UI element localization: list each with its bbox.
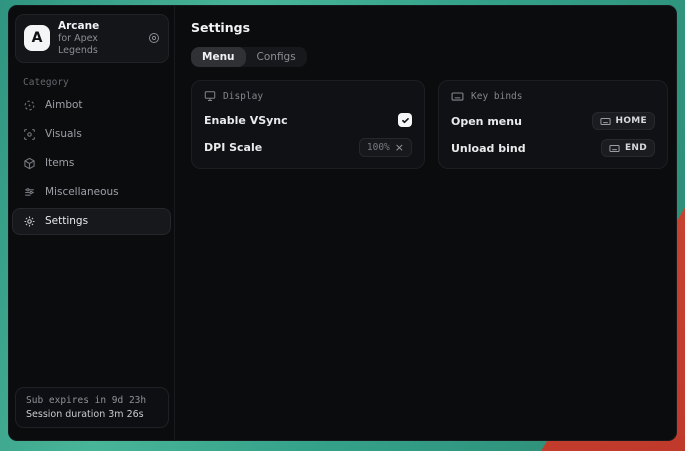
- session-duration-text: Session duration 3m 26s: [26, 409, 158, 420]
- dpi-value: 100%: [367, 142, 390, 153]
- gear-icon: [23, 215, 36, 228]
- sidebar-item-label: Aimbot: [45, 99, 83, 111]
- unload-bind-label: Unload bind: [451, 142, 526, 155]
- open-menu-bind-key: HOME: [616, 116, 648, 126]
- monitor-icon: [204, 90, 216, 102]
- sub-expiry-text: Sub expires in 9d 23h: [26, 395, 158, 406]
- sidebar-item-settings[interactable]: Settings: [12, 208, 171, 235]
- scan-icon: [23, 128, 36, 141]
- sidebar-item-visuals[interactable]: Visuals: [12, 121, 171, 148]
- dpi-label: DPI Scale: [204, 141, 262, 154]
- sidebar-item-items[interactable]: Items: [12, 150, 171, 177]
- tab-configs[interactable]: Configs: [246, 47, 307, 67]
- keyboard-icon: [600, 116, 611, 127]
- unload-bind-button[interactable]: END: [601, 139, 655, 157]
- settings-cards: Display Enable VSync DPI Scale: [191, 80, 668, 169]
- vsync-label: Enable VSync: [204, 114, 288, 127]
- sliders-icon: [23, 186, 36, 199]
- vsync-checkbox[interactable]: [398, 113, 412, 127]
- package-icon: [23, 157, 36, 170]
- tab-group: Menu Configs: [191, 47, 307, 67]
- dpi-row: DPI Scale 100% ×: [204, 138, 412, 157]
- sidebar: A Arcane for Apex Legends Category: [9, 6, 175, 440]
- open-menu-label: Open menu: [451, 115, 522, 128]
- screen: A Arcane for Apex Legends Category: [0, 0, 685, 451]
- app-logo: A: [24, 25, 50, 51]
- sidebar-item-miscellaneous[interactable]: Miscellaneous: [12, 179, 171, 206]
- brand-card: A Arcane for Apex Legends: [15, 14, 169, 63]
- clear-icon[interactable]: ×: [395, 142, 404, 153]
- keybinds-card-title: Key binds: [471, 91, 522, 102]
- category-nav: Aimbot Visuals: [9, 92, 174, 235]
- open-menu-row: Open menu HOME: [451, 112, 655, 130]
- unload-bind-row: Unload bind END: [451, 139, 655, 157]
- session-card: Sub expires in 9d 23h Session duration 3…: [15, 387, 169, 428]
- dpi-scale-input[interactable]: 100% ×: [359, 138, 412, 157]
- tab-menu[interactable]: Menu: [191, 47, 246, 67]
- category-label: Category: [23, 77, 174, 88]
- sidebar-item-label: Items: [45, 157, 74, 169]
- keyboard-icon: [451, 90, 464, 103]
- display-card-header: Display: [204, 90, 412, 102]
- vsync-row: Enable VSync: [204, 111, 412, 129]
- crosshair-icon: [23, 99, 36, 112]
- keyboard-icon: [609, 143, 620, 154]
- open-menu-bind-button[interactable]: HOME: [592, 112, 656, 130]
- brand-title: Arcane: [58, 20, 140, 33]
- sidebar-item-aimbot[interactable]: Aimbot: [12, 92, 171, 119]
- brand-text: Arcane for Apex Legends: [58, 20, 140, 57]
- sidebar-item-label: Miscellaneous: [45, 186, 119, 198]
- display-card-title: Display: [223, 91, 263, 102]
- unload-bind-key: END: [625, 143, 647, 153]
- cheat-menu-window: A Arcane for Apex Legends Category: [8, 5, 677, 441]
- keybinds-card-header: Key binds: [451, 90, 655, 103]
- brand-subtitle: for Apex Legends: [58, 33, 140, 57]
- keybinds-card: Key binds Open menu HOME: [438, 80, 668, 169]
- brand-badge-icon[interactable]: [148, 32, 160, 44]
- main-panel: Settings Menu Configs Display: [175, 6, 677, 440]
- sidebar-item-label: Visuals: [45, 128, 82, 140]
- sidebar-item-label: Settings: [45, 215, 88, 227]
- display-card: Display Enable VSync DPI Scale: [191, 80, 425, 169]
- page-title: Settings: [191, 20, 668, 35]
